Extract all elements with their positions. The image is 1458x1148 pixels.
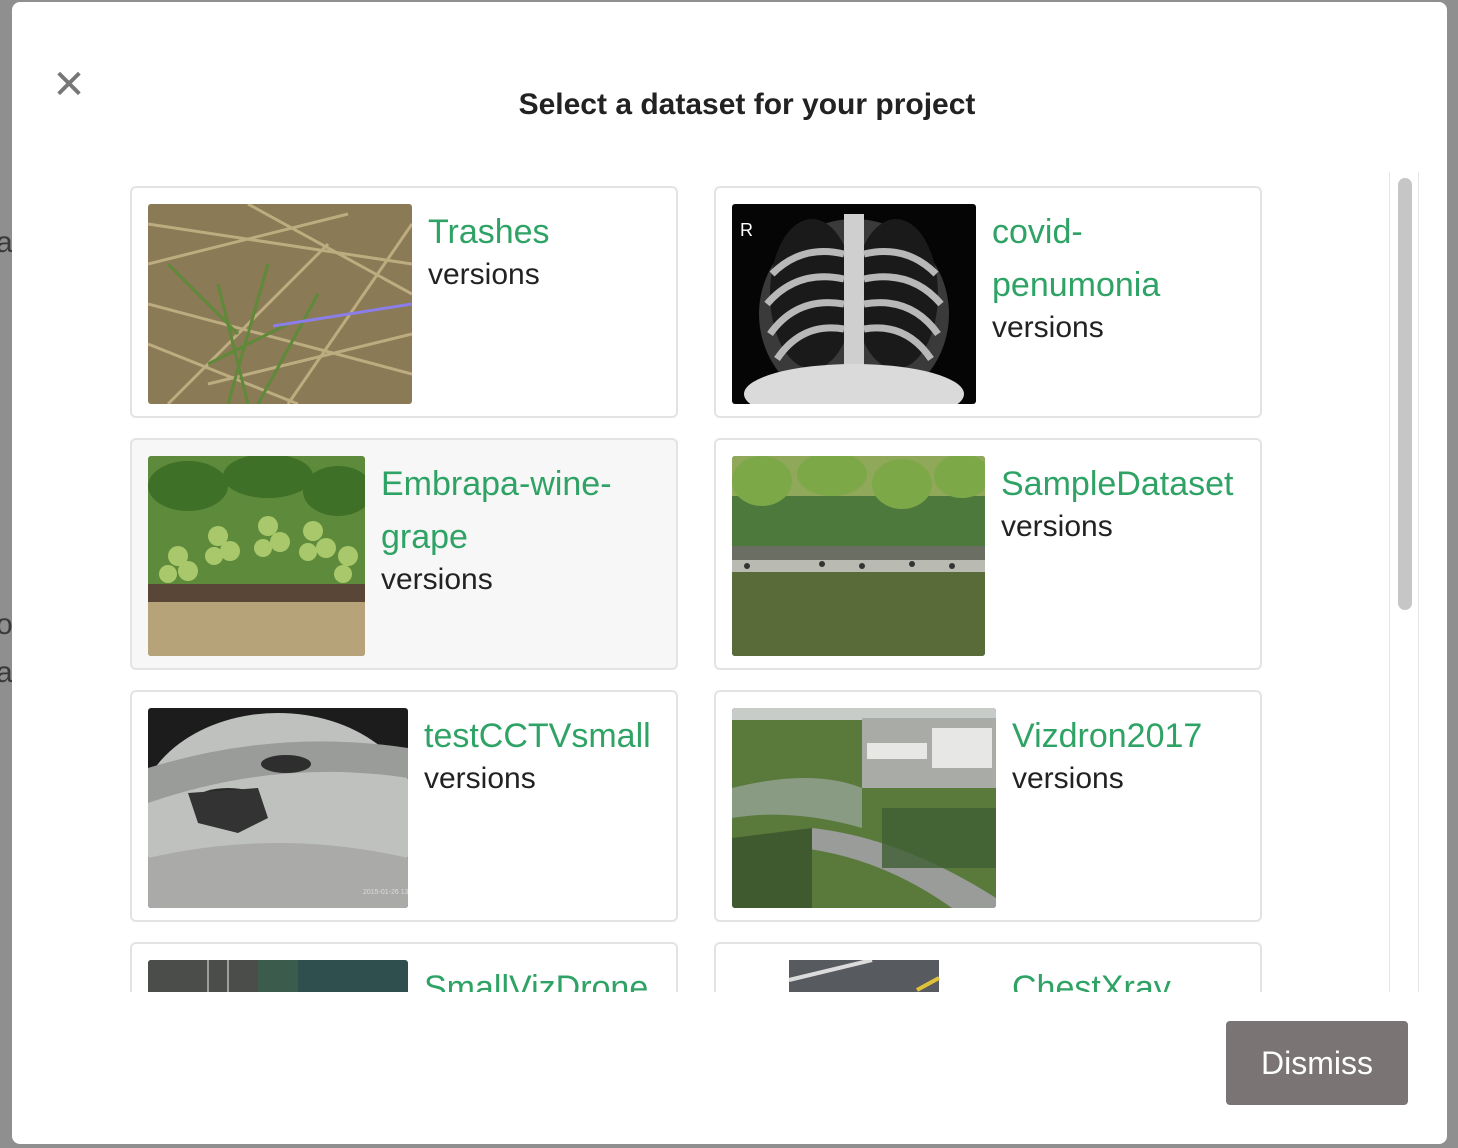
- dataset-versions: versions: [992, 311, 1104, 344]
- dataset-versions: versions: [1001, 510, 1113, 543]
- dataset-thumbnail: 2015-01-26 13: [148, 708, 408, 908]
- dataset-name: SmallVizDrone: [424, 969, 649, 992]
- dataset-info: SmallVizDrone versions: [424, 962, 666, 992]
- svg-text:2015-01-26 13: 2015-01-26 13: [363, 889, 408, 896]
- dataset-card-sampledataset[interactable]: SampleDataset versions: [714, 438, 1262, 670]
- dataset-card-testcctvsmall[interactable]: 2015-01-26 13 testCCTVsmall versions: [130, 690, 678, 922]
- dataset-list[interactable]: Trashes versions R covid- penumonia vers…: [130, 186, 1280, 992]
- dataset-name: Trashes: [428, 213, 550, 251]
- dataset-info: Trashes versions: [428, 206, 666, 295]
- background-text: o: [0, 608, 13, 641]
- dataset-thumbnail: R: [732, 204, 976, 404]
- dataset-card-trashes[interactable]: Trashes versions: [130, 186, 678, 418]
- dataset-thumbnail: [148, 960, 408, 992]
- dataset-info: covid- penumonia versions: [992, 206, 1250, 348]
- dataset-info: SampleDataset versions: [1001, 458, 1250, 547]
- dataset-thumbnail: [732, 708, 996, 908]
- dataset-card-smallvizdrone[interactable]: SmallVizDrone versions: [130, 942, 678, 992]
- dataset-name-line2: grape: [381, 518, 468, 556]
- dataset-name: testCCTVsmall: [424, 717, 651, 755]
- dataset-info: testCCTVsmall versions: [424, 710, 666, 799]
- background-text: a: [0, 656, 13, 689]
- dataset-versions: versions: [424, 762, 536, 795]
- scrollbar-thumb[interactable]: [1398, 178, 1412, 610]
- dataset-thumbnail: [148, 204, 412, 404]
- dataset-info: Vizdron2017 versions: [1012, 710, 1250, 799]
- dataset-name-line1: Embrapa-wine-: [381, 465, 612, 503]
- dataset-versions: versions: [1012, 762, 1124, 795]
- dataset-name: Vizdron2017: [1012, 717, 1203, 755]
- dataset-card-embrapa-wine-grape[interactable]: Embrapa-wine- grape versions: [130, 438, 678, 670]
- dataset-card-chestxray[interactable]: ChestXray versions: [714, 942, 1262, 992]
- dataset-name: SampleDataset: [1001, 465, 1234, 503]
- dataset-thumbnail: [148, 456, 365, 656]
- dataset-versions: versions: [381, 563, 493, 596]
- dataset-thumbnail: [732, 456, 985, 656]
- dataset-card-covid-penumonia[interactable]: R covid- penumonia versions: [714, 186, 1262, 418]
- dataset-name-line2: penumonia: [992, 266, 1161, 304]
- dismiss-button[interactable]: Dismiss: [1226, 1021, 1408, 1105]
- dataset-select-modal: ✕ Select a dataset for your project Tras…: [12, 2, 1447, 1144]
- dataset-name-line1: covid-: [992, 213, 1083, 251]
- dataset-name: ChestXray: [1012, 969, 1171, 992]
- background-text: a: [0, 226, 13, 259]
- dataset-card-vizdron2017[interactable]: Vizdron2017 versions: [714, 690, 1262, 922]
- dataset-info: ChestXray versions: [1012, 962, 1250, 992]
- dataset-list-scrollbar[interactable]: [1389, 172, 1419, 992]
- dataset-thumbnail: [732, 960, 996, 992]
- dataset-info: Embrapa-wine- grape versions: [381, 458, 666, 600]
- svg-text:R: R: [740, 220, 753, 240]
- dataset-versions: versions: [428, 258, 540, 291]
- modal-title: Select a dataset for your project: [518, 88, 976, 121]
